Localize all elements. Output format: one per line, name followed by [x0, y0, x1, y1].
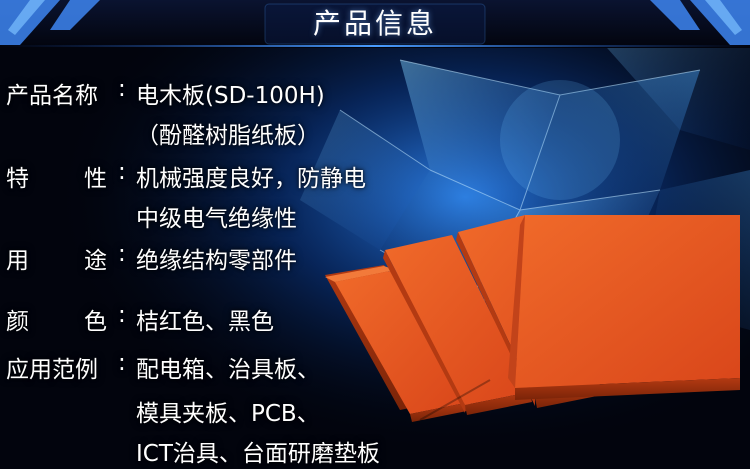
spec-application-colon: : — [118, 350, 126, 376]
spec-usage-value: 绝缘结构零部件 — [136, 248, 297, 274]
spec-usage-row: 用 途 : 绝缘结构零部件 — [6, 241, 406, 274]
spec-color-label-b: 色 — [84, 309, 107, 335]
spec-name-row-2: （酚醛树脂纸板） — [6, 116, 406, 149]
spec-name-colon: : — [118, 76, 126, 102]
spec-application-value-3: ICT治具、台面研磨垫板 — [136, 441, 380, 467]
spec-application-row-3: ICT治具、台面研磨垫板 — [6, 434, 446, 467]
spec-feature-label-a: 特 — [6, 166, 29, 192]
spec-feature-value-2: 中级电气绝缘性 — [136, 206, 297, 232]
spec-application-value: 配电箱、治具板、 — [136, 357, 320, 383]
spec-color-colon: : — [118, 302, 126, 328]
spec-feature-colon: : — [118, 159, 126, 185]
spec-feature-label-b: 性 — [84, 166, 107, 192]
spec-color-label-a: 颜 — [6, 309, 29, 335]
spec-color-value: 桔红色、黑色 — [136, 309, 274, 335]
spec-name-row: 产品名称 : 电木板(SD-100H) — [6, 76, 406, 109]
spec-name-value: 电木板(SD-100H) — [136, 83, 325, 109]
spec-usage-colon: : — [118, 241, 126, 267]
board-4 — [508, 215, 740, 400]
spec-feature-row-2: 中级电气绝缘性 — [6, 199, 406, 232]
spec-name-label: 产品名称 — [6, 83, 98, 109]
spec-feature-value: 机械强度良好，防静电 — [136, 166, 366, 192]
spec-application-row-2: 模具夹板、PCB、 — [6, 394, 426, 427]
spec-usage-label-b: 途 — [84, 248, 107, 274]
spec-application-value-2: 模具夹板、PCB、 — [136, 401, 320, 427]
spec-application-label: 应用范例 — [6, 357, 98, 383]
spec-name-value-2: （酚醛树脂纸板） — [136, 123, 320, 149]
spec-application-row: 应用范例 : 配电箱、治具板、 — [6, 350, 426, 383]
spec-feature-row: 特 性 : 机械强度良好，防静电 — [6, 159, 406, 192]
spec-usage-label-a: 用 — [6, 248, 29, 274]
spec-color-row: 颜 色 : 桔红色、黑色 — [6, 302, 406, 335]
